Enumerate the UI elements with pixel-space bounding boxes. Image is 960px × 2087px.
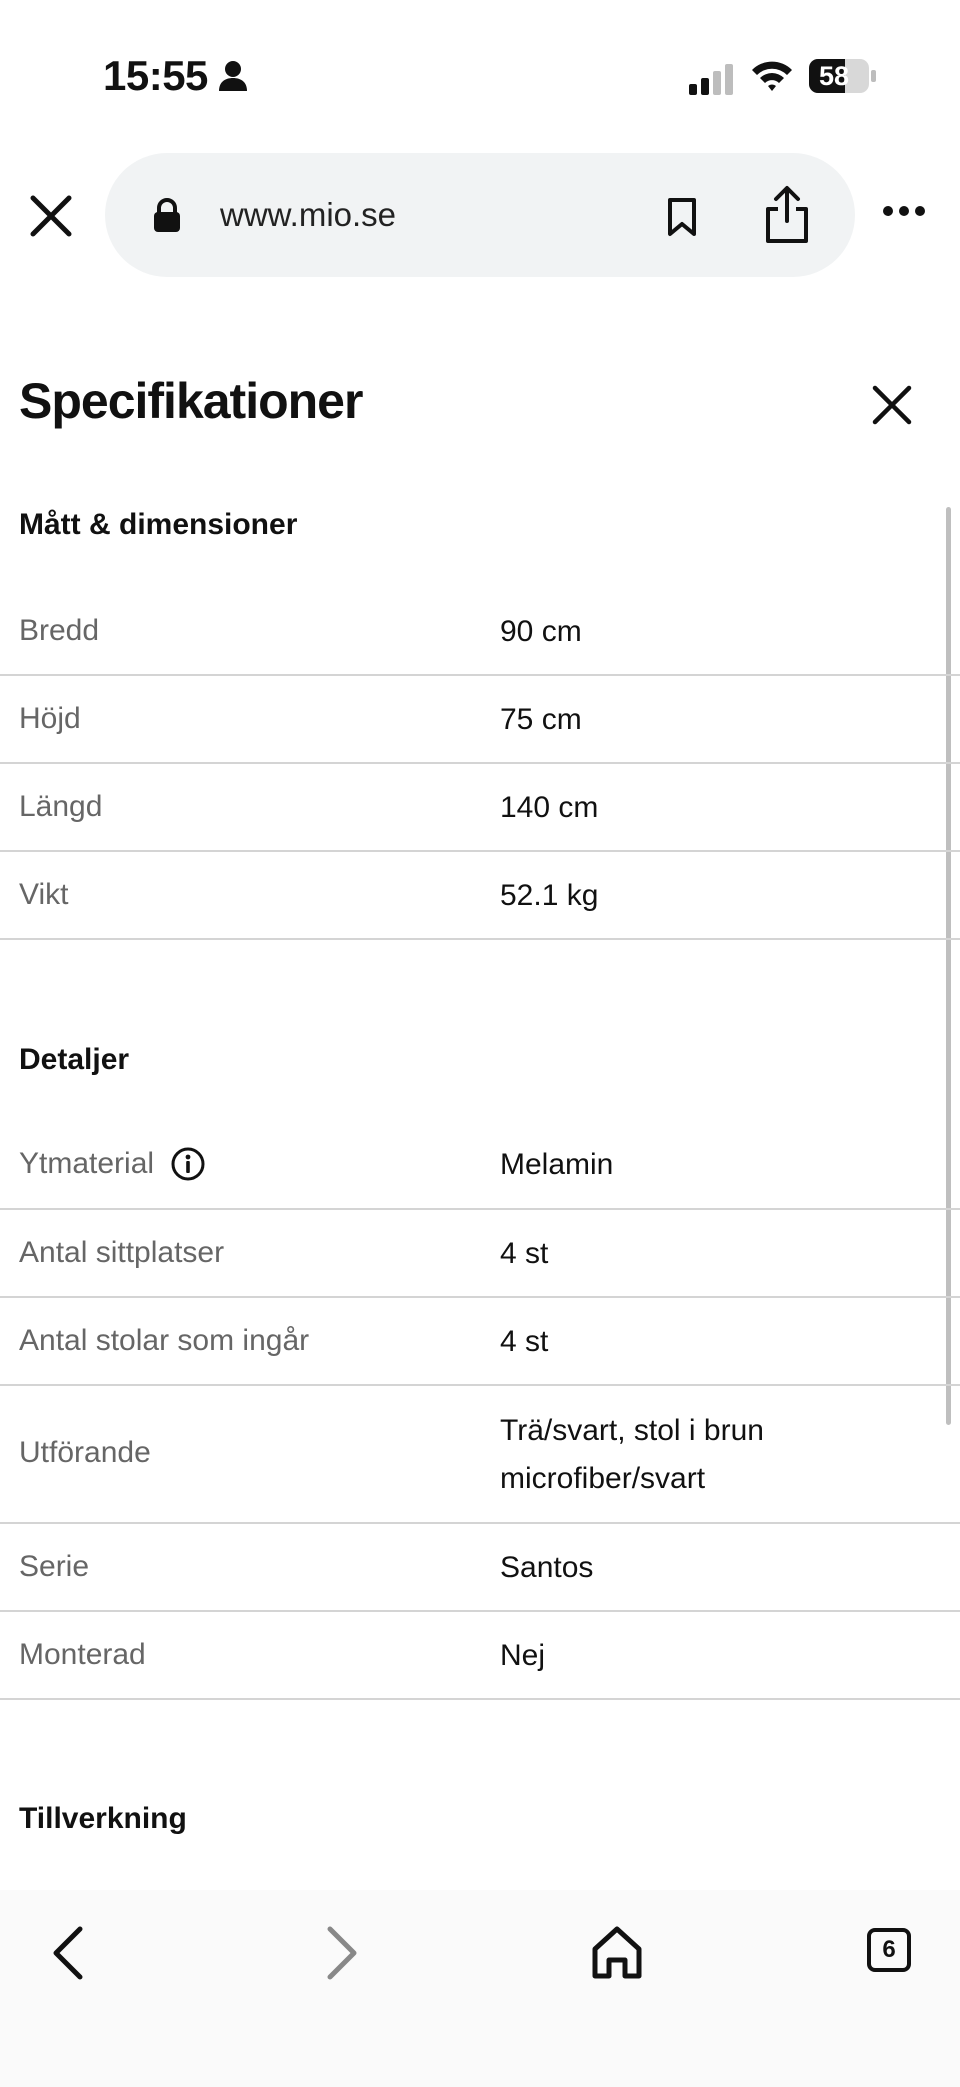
spec-row: Bredd 90 cm	[0, 586, 960, 676]
status-bar: 15:55 58	[0, 0, 960, 150]
more-options-icon[interactable]	[882, 205, 926, 217]
bookmark-icon[interactable]	[665, 197, 699, 237]
info-icon[interactable]	[170, 1146, 206, 1182]
spec-row: Vikt 52.1 kg	[0, 852, 960, 940]
wifi-icon	[752, 61, 792, 91]
section-title-details: Detaljer	[19, 1043, 130, 1076]
spec-label: Vikt	[19, 878, 69, 911]
close-browser-icon[interactable]	[28, 193, 74, 239]
spec-label: Monterad	[19, 1638, 146, 1671]
browser-toolbar	[0, 1890, 960, 2087]
spec-row: Höjd 75 cm	[0, 676, 960, 764]
spec-value: 52.1 kg	[500, 879, 599, 912]
spec-value: 4 st	[500, 1237, 549, 1270]
tab-count: 6	[882, 1936, 896, 1963]
spec-row: Ytmaterial Melamin	[0, 1122, 960, 1210]
close-panel-icon[interactable]	[871, 384, 913, 426]
spec-row: Monterad Nej	[0, 1612, 960, 1700]
spec-row: Antal stolar som ingår 4 st	[0, 1298, 960, 1386]
section-title-dimensions: Mått & dimensioner	[19, 508, 298, 541]
cellular-signal-icon	[689, 64, 733, 95]
spec-label: Höjd	[19, 702, 81, 735]
spec-row: Antal sittplatser 4 st	[0, 1210, 960, 1298]
spec-value: 4 st	[500, 1325, 549, 1358]
lock-icon	[154, 198, 180, 232]
spec-value-line: Trä/svart, stol i brun	[500, 1414, 764, 1447]
spec-row: Utförande Trä/svart, stol i brun microfi…	[0, 1386, 960, 1524]
spec-label: Antal stolar som ingår	[19, 1324, 310, 1357]
spec-value: 90 cm	[500, 615, 582, 648]
spec-value: Santos	[500, 1551, 594, 1584]
tabs-button[interactable]: 6	[867, 1928, 911, 1972]
spec-label: Serie	[19, 1550, 90, 1583]
spec-value: 75 cm	[500, 703, 582, 736]
spec-value: Nej	[500, 1639, 546, 1672]
spec-row: Längd 140 cm	[0, 764, 960, 852]
spec-label: Längd	[19, 790, 103, 823]
spec-label: Utförande	[19, 1436, 151, 1469]
section-title-manufacturing: Tillverkning	[19, 1802, 187, 1835]
spec-value: 140 cm	[500, 791, 599, 824]
spec-label: Antal sittplatser	[19, 1236, 225, 1269]
person-icon	[219, 61, 247, 91]
spec-row: Serie Santos	[0, 1524, 960, 1612]
battery-level: 58	[818, 61, 850, 91]
back-arrow-icon[interactable]	[48, 1925, 88, 1981]
home-icon[interactable]	[590, 1925, 644, 1981]
panel-title: Specifikationer	[19, 373, 363, 429]
address-bar[interactable]	[105, 153, 855, 277]
spec-value-line: microfiber/svart	[500, 1462, 706, 1495]
spec-value: Trä/svart, stol i brun microfiber/svart	[500, 1407, 764, 1503]
url-text[interactable]: www.mio.se	[220, 196, 396, 234]
share-icon[interactable]	[762, 185, 812, 245]
spec-label: Bredd	[19, 614, 100, 647]
forward-arrow-icon[interactable]	[322, 1925, 362, 1981]
status-time: 15:55	[103, 52, 208, 99]
spec-label: Ytmaterial	[19, 1147, 155, 1180]
spec-value: Melamin	[500, 1148, 614, 1181]
